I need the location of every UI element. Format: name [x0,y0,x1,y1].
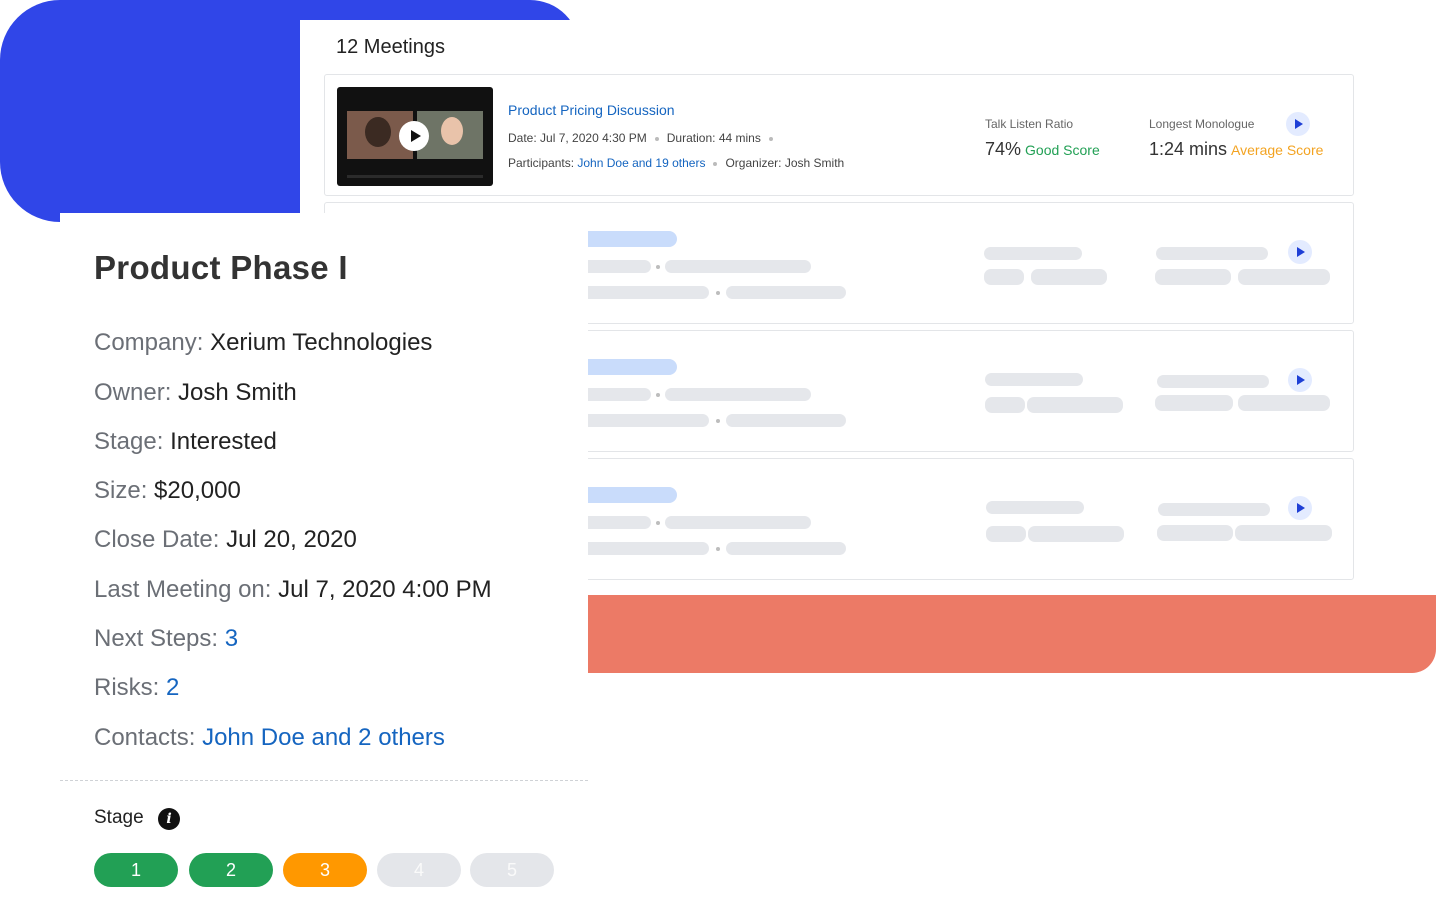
placeholder-play-icon[interactable] [1288,240,1312,264]
next-steps-field: Next Steps: 3 [94,625,239,652]
stage-step-4[interactable]: 4 [377,853,461,887]
size-field: Size: $20,000 [94,477,241,504]
talk-listen-label: Talk Listen Ratio [985,117,1074,131]
longest-monologue-value: 1:24 mins Average Score [1149,139,1324,159]
deal-title: Product Phase I [94,249,348,286]
good-score-badge: Good Score [1025,142,1100,158]
last-meeting-field: Last Meeting on: Jul 7, 2020 4:00 PM [94,576,492,603]
meeting-participants-line: Participants: John Doe and 19 others Orga… [508,156,845,170]
participants-link[interactable]: John Doe and 19 others [577,156,705,170]
talk-listen-value: 74% Good Score [985,139,1100,159]
stage-step-2[interactable]: 2 [189,853,273,887]
play-icon[interactable] [399,121,429,151]
last-meeting-value: Jul 7, 2020 4:00 PM [278,576,492,603]
stage-step-1[interactable]: 1 [94,853,178,887]
close-date-value: Jul 20, 2020 [226,526,357,553]
risks-link[interactable]: 2 [166,674,179,701]
meeting-date: Jul 7, 2020 4:30 PM [540,131,647,145]
stage-step-5[interactable]: 5 [470,853,554,887]
company-field: Company: Xerium Technologies [94,329,433,356]
deal-detail-panel: Product Phase I Company: Xerium Technolo… [60,213,588,921]
meeting-duration: 44 mins [718,131,761,145]
placeholder-play-icon[interactable] [1288,496,1312,520]
close-date-field: Close Date: Jul 20, 2020 [94,526,357,553]
stage-field: Stage: Interested [94,428,277,455]
section-divider [60,780,588,781]
organizer-name: Josh Smith [784,156,845,170]
meetings-count-title: 12 Meetings [336,36,445,58]
meeting-video-thumbnail[interactable] [337,87,493,186]
next-steps-link[interactable]: 3 [225,625,238,652]
owner-value: Josh Smith [178,379,297,406]
risks-field: Risks: 2 [94,674,180,701]
meeting-card[interactable]: Product Pricing Discussion Date: Jul 7, … [324,74,1354,196]
company-value: Xerium Technologies [210,329,433,356]
average-score-badge: Average Score [1231,142,1324,158]
size-value: $20,000 [154,477,241,504]
monologue-play-icon[interactable] [1286,112,1310,136]
meeting-title[interactable]: Product Pricing Discussion [508,102,675,118]
contacts-link[interactable]: John Doe and 2 others [202,724,445,751]
stage-section-label: Stage [94,807,144,828]
stage-value: Interested [170,428,277,455]
owner-field: Owner: Josh Smith [94,379,297,406]
placeholder-play-icon[interactable] [1288,368,1312,392]
meeting-date-duration: Date: Jul 7, 2020 4:30 PM Duration: 44 mi… [508,131,781,145]
contacts-field: Contacts: John Doe and 2 others [94,724,445,751]
longest-monologue-label: Longest Monologue [1149,117,1255,131]
stage-step-3[interactable]: 3 [283,853,367,887]
info-icon[interactable]: i [158,808,180,830]
